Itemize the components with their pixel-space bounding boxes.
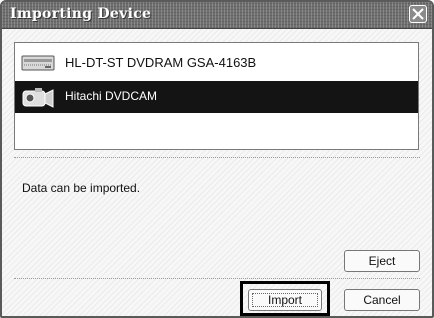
- dvd-drive-icon: [21, 55, 55, 71]
- eject-button-label: Eject: [368, 254, 396, 268]
- importing-device-dialog: Importing Device HL-DT-ST DVDRAM GSA-416…: [0, 0, 434, 318]
- divider: [14, 157, 420, 158]
- device-label: Hitachi DVDCAM: [65, 89, 158, 103]
- device-list-item-camcorder[interactable]: Hitachi DVDCAM: [15, 81, 418, 113]
- device-list-item-dvd-drive[interactable]: HL-DT-ST DVDRAM GSA-4163B: [15, 47, 418, 79]
- close-button[interactable]: [409, 5, 427, 23]
- status-message: Data can be imported.: [22, 181, 141, 195]
- divider: [14, 278, 420, 279]
- callout-pointer-line: [286, 314, 288, 316]
- device-list[interactable]: HL-DT-ST DVDRAM GSA-4163B Hitachi DVDCAM: [14, 42, 419, 150]
- cancel-button[interactable]: Cancel: [344, 289, 420, 311]
- close-icon: [412, 8, 424, 20]
- cancel-button-label: Cancel: [363, 293, 401, 307]
- camcorder-icon: [22, 88, 54, 108]
- eject-button[interactable]: Eject: [344, 250, 420, 272]
- window-title: Importing Device: [10, 6, 152, 22]
- title-bar: Importing Device: [2, 2, 432, 29]
- device-label: HL-DT-ST DVDRAM GSA-4163B: [65, 55, 257, 70]
- import-highlight-box: [240, 281, 330, 316]
